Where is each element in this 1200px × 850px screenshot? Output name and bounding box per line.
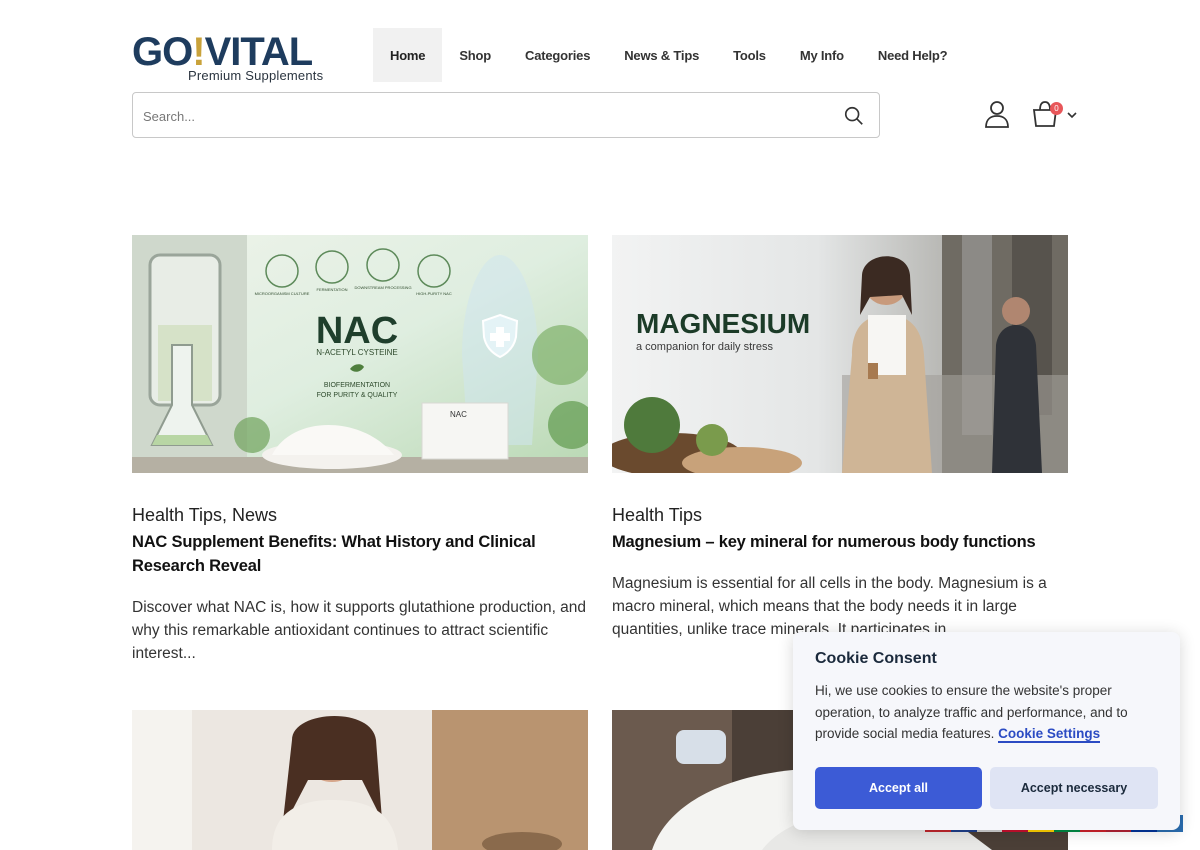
cookie-message: Hi, we use cookies to ensure the website… [815,680,1158,745]
post-image-nac[interactable]: MICROORGANISM CULTURE FERMENTATION DOWNS… [132,235,588,473]
post-card: MICROORGANISM CULTURE FERMENTATION DOWNS… [132,235,588,665]
search-icon[interactable] [843,105,865,127]
post-image[interactable] [132,710,588,850]
nav-item-categories[interactable]: Categories [508,28,607,82]
search-bar [132,92,880,138]
cart-button[interactable]: 0 [1030,100,1080,130]
nav-item-need-help[interactable]: Need Help? [861,28,965,82]
nac-illustration: MICROORGANISM CULTURE FERMENTATION DOWNS… [132,235,588,473]
accept-necessary-button[interactable]: Accept necessary [990,767,1158,809]
post-excerpt: Magnesium is essential for all cells in … [612,575,1047,638]
nac-step-3: DOWNSTREAM PROCESSING [354,285,411,290]
accept-all-button[interactable]: Accept all [815,767,982,809]
nac-tagline-2: FOR PURITY & QUALITY [317,392,398,399]
cart-count-badge: 0 [1050,102,1063,115]
post-title[interactable]: Magnesium – key mineral for numerous bod… [612,530,1068,554]
cookie-consent-dialog: Cookie Consent Hi, we use cookies to ens… [793,632,1180,830]
cookie-settings-link[interactable]: Cookie Settings [998,726,1101,743]
nac-tagline-1: BIOFERMENTATION [324,382,390,389]
woman-taking-pill-illustration [132,710,588,850]
post-excerpt: Discover what NAC is, how it supports gl… [132,599,587,662]
nav-item-news-tips[interactable]: News & Tips [607,28,716,82]
logo-wordmark: GO!VITAL [132,30,313,74]
cookie-title: Cookie Consent [815,650,937,667]
nac-box-label: NAC [450,410,467,419]
nac-step-4: HIGH-PURITY NAC [416,291,452,296]
post-image-magnesium[interactable]: MAGNESIUM a companion for daily stress [612,235,1068,473]
magnesium-illustration: MAGNESIUM a companion for daily stress [612,235,1068,473]
chevron-down-icon [1067,112,1077,119]
nac-step-1: MICROORGANISM CULTURE [255,291,310,296]
post-categories[interactable]: Health Tips, News [132,505,588,526]
nav-item-home[interactable]: Home [373,28,443,82]
magnesium-subheading: a companion for daily stress [636,341,773,353]
logo-tagline: Premium Supplements [188,68,324,83]
user-icon[interactable] [984,100,1010,128]
nav-item-my-info[interactable]: My Info [783,28,861,82]
magnesium-heading: MAGNESIUM [636,308,810,339]
search-input[interactable] [143,105,823,127]
post-title[interactable]: NAC Supplement Benefits: What History an… [132,530,588,578]
nac-heading: NAC [316,310,398,352]
nac-step-2: FERMENTATION [317,287,348,292]
site-logo[interactable]: GO!VITAL Premium Supplements [132,32,342,88]
main-nav: Home Shop Categories News & Tips Tools M… [373,28,964,82]
nac-subheading: N-ACETYL CYSTEINE [316,348,398,357]
nav-item-shop[interactable]: Shop [442,28,508,82]
post-categories[interactable]: Health Tips [612,505,1068,526]
nav-item-tools[interactable]: Tools [716,28,783,82]
post-card: MAGNESIUM a companion for daily stress H… [612,235,1068,641]
